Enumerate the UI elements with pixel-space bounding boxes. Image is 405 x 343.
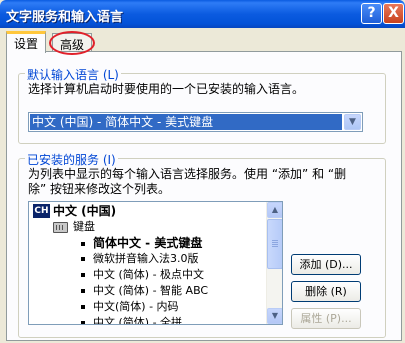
tree-item-label: 微软拼音输入法3.0版 <box>93 252 199 265</box>
tree-item[interactable]: 中文 (简体) - 极点中文 <box>81 267 204 283</box>
vertical-scrollbar[interactable]: ▲ ▼ <box>266 202 282 324</box>
chevron-down-icon[interactable]: ▼ <box>344 114 361 130</box>
tree-item-label: 中文 (简体) - 极点中文 <box>93 268 205 281</box>
default-language-combobox[interactable]: 中文 (中国) - 简体中文 - 美式键盘 ▼ <box>28 112 363 132</box>
tab-settings[interactable]: 设置 <box>6 31 47 53</box>
tab-settings-label: 设置 <box>14 37 39 51</box>
help-button[interactable]: ? <box>361 3 382 24</box>
scroll-down-icon[interactable]: ▼ <box>267 308 282 324</box>
tree-language-node[interactable]: 中文 (中国) <box>53 203 116 219</box>
default-language-description: 选择计算机启动时要使用的一个已安装的输入语言。 <box>28 82 305 96</box>
bullet-icon <box>81 257 85 261</box>
tree-keyboard-node[interactable]: 键盘 <box>73 219 95 235</box>
bullet-icon <box>81 273 85 277</box>
bullet-icon <box>81 289 85 293</box>
bullet-icon <box>81 321 85 324</box>
tree-item-label: 简体中文 - 美式键盘 <box>93 236 203 250</box>
properties-button[interactable]: 属性 (P)... <box>291 308 361 329</box>
default-language-selected: 中文 (中国) - 简体中文 - 美式键盘 <box>30 114 342 130</box>
window-title: 文字服务和输入语言 <box>6 10 124 25</box>
tree-item-label: 中文 (简体) - 智能 ABC <box>93 284 209 297</box>
close-button[interactable]: X <box>383 3 404 24</box>
language-ch-icon: CH <box>33 204 50 218</box>
tree-item-label: 中文 (简体) - 全拼 <box>93 316 183 325</box>
remove-button[interactable]: 删除 (R) <box>291 281 361 302</box>
title-bar: 文字服务和输入语言 ? X <box>0 0 405 28</box>
bullet-icon <box>81 241 85 246</box>
scroll-up-icon[interactable]: ▲ <box>267 202 282 218</box>
tree-item-label: 中文(简体) - 内码 <box>93 300 179 313</box>
installed-services-description-line2: 除” 按钮来修改这个列表。 <box>28 182 171 196</box>
scroll-thumb[interactable] <box>267 219 282 269</box>
tree-item[interactable]: 中文 (简体) - 智能 ABC <box>81 283 208 299</box>
installed-services-tree[interactable]: CH 中文 (中国) 键盘 简体中文 - 美式键盘 微软拼音输入法3.0版 中文… <box>28 201 283 325</box>
tree-item[interactable]: 中文(简体) - 内码 <box>81 299 179 315</box>
add-button[interactable]: 添加 (D)... <box>291 254 361 275</box>
keyboard-icon <box>53 222 68 233</box>
tree-item[interactable]: 微软拼音输入法3.0版 <box>81 251 199 267</box>
bullet-icon <box>81 305 85 309</box>
tab-advanced-label: 高级 <box>60 38 85 52</box>
tree-item[interactable]: 中文 (简体) - 全拼 <box>81 315 183 325</box>
tree-item[interactable]: 简体中文 - 美式键盘 <box>81 235 202 251</box>
